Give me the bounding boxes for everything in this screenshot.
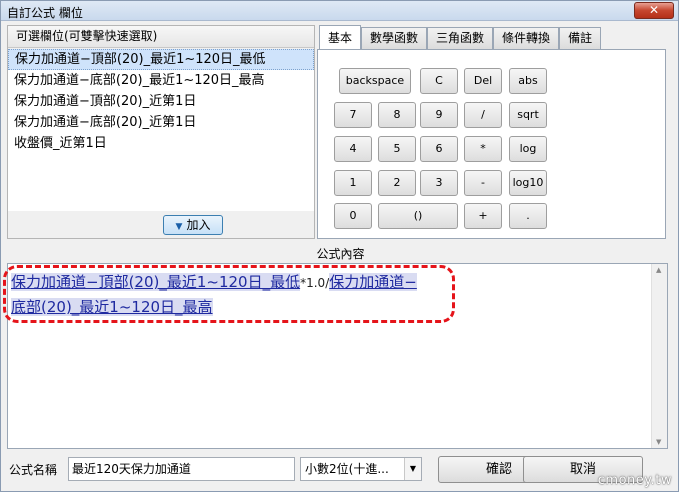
digit-2-button[interactable]: 2 [378,170,416,196]
tab-condition[interactable]: 條件轉換 [493,27,560,49]
decimal-point-button[interactable]: . [509,203,547,229]
digit-0-button[interactable]: 0 [334,203,372,229]
title-bar: 自訂公式 欄位 ✕ [1,1,678,21]
minus-button[interactable]: - [464,170,502,196]
keypad-panel: backspace C Del abs 7 8 9 / sqrt 4 5 6 *… [317,49,666,239]
formula-name-input[interactable]: 最近120天保力加通道 [68,457,295,481]
digit-1-button[interactable]: 1 [334,170,372,196]
digit-3-button[interactable]: 3 [420,170,458,196]
digit-8-button[interactable]: 8 [378,102,416,128]
list-item[interactable]: 保力加通道−頂部(20)_最近1~120日_最低 [8,49,314,70]
formula-label: 公式內容 [316,247,365,261]
digit-9-button[interactable]: 9 [420,102,458,128]
delete-button[interactable]: Del [464,68,502,94]
abs-button[interactable]: abs [509,68,547,94]
decimal-select-value: 小數2位(十進... [305,462,389,476]
parentheses-button[interactable]: () [378,203,458,229]
scroll-up-icon[interactable]: ▲ [656,266,661,274]
watermark: cmoney.tw [597,473,672,488]
list-item[interactable]: 保力加通道−頂部(20)_近第1日 [8,91,314,112]
clear-button[interactable]: C [420,68,458,94]
scroll-down-icon[interactable]: ▼ [656,438,661,446]
close-icon[interactable]: ✕ [634,2,674,19]
arrow-down-icon: ▼ [175,222,183,232]
fields-panel: 可選欄位(可雙擊快速選取) 保力加通道−頂部(20)_最近1~120日_最低 保… [7,25,315,239]
formula-name-label: 公式名稱 [9,463,58,477]
backspace-button[interactable]: backspace [339,68,411,94]
multiply-button[interactable]: * [464,136,502,162]
formula-dialog: 自訂公式 欄位 ✕ 可選欄位(可雙擊快速選取) 保力加通道−頂部(20)_最近1… [0,0,679,492]
digit-7-button[interactable]: 7 [334,102,372,128]
tab-basic[interactable]: 基本 [319,25,362,49]
add-field-button[interactable]: ▼ 加入 [163,215,223,235]
highlight-annotation [3,265,455,323]
digit-5-button[interactable]: 5 [378,136,416,162]
tab-math[interactable]: 數學函數 [361,27,428,49]
add-button-label: 加入 [186,218,211,232]
tab-trig[interactable]: 三角函數 [427,27,494,49]
function-tabs: 基本 數學函數 三角函數 條件轉換 備註 [319,25,602,49]
fields-list: 保力加通道−頂部(20)_最近1~120日_最低 保力加通道−底部(20)_最近… [8,49,314,211]
plus-button[interactable]: + [464,203,502,229]
list-item[interactable]: 保力加通道−底部(20)_近第1日 [8,112,314,133]
sqrt-button[interactable]: sqrt [509,102,547,128]
formula-scrollbar[interactable]: ▲ ▼ [651,264,667,448]
tab-notes[interactable]: 備註 [559,27,602,49]
chevron-down-icon[interactable]: ▼ [404,458,421,480]
list-item[interactable]: 保力加通道−底部(20)_最近1~120日_最高 [8,70,314,91]
log10-button[interactable]: log10 [509,170,547,196]
decimal-select[interactable]: 小數2位(十進... ▼ [300,457,422,481]
digit-4-button[interactable]: 4 [334,136,372,162]
list-item[interactable]: 收盤價_近第1日 [8,133,314,154]
log-button[interactable]: log [509,136,547,162]
digit-6-button[interactable]: 6 [420,136,458,162]
window-title: 自訂公式 欄位 [7,6,83,20]
divide-button[interactable]: / [464,102,502,128]
fields-header: 可選欄位(可雙擊快速選取) [8,26,314,48]
